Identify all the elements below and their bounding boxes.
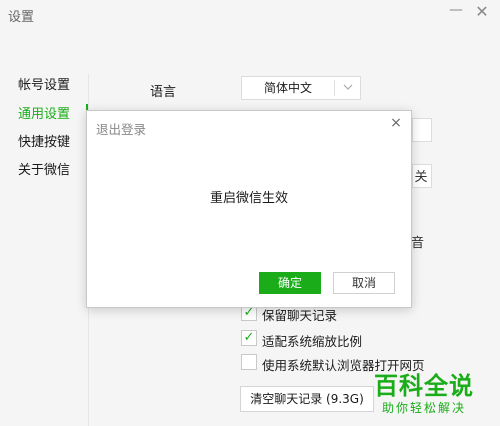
chevron-down-icon[interactable] — [338, 77, 358, 99]
scale-adapt-label: 适配系统缩放比例 — [262, 334, 363, 349]
watermark-logo: 百科全说 — [374, 372, 474, 400]
window-title: 设置 — [8, 10, 35, 25]
close-icon[interactable]: ✕ — [474, 2, 490, 21]
logout-dialog: 退出登录 × 重启微信生效 确定 取消 — [86, 110, 412, 308]
sidebar-item-account[interactable]: 帐号设置 — [18, 74, 70, 93]
sidebar-item-about[interactable]: 关于微信 — [18, 159, 70, 178]
sidebar-item-general[interactable]: 通用设置 — [18, 103, 70, 122]
check-icon: ✓ — [243, 305, 255, 320]
hidden-control-box[interactable] — [412, 118, 432, 142]
clear-chat-history-button[interactable]: 清空聊天记录 (9.3G) — [240, 386, 374, 412]
minimize-icon[interactable]: — — [448, 2, 464, 18]
watermark-slogan: 助你轻松解决 — [382, 401, 467, 415]
cancel-button[interactable]: 取消 — [333, 272, 395, 294]
sidebar-item-shortcuts[interactable]: 快捷按键 — [18, 131, 70, 150]
check-icon: ✓ — [243, 330, 255, 345]
language-value: 简体中文 — [263, 81, 312, 95]
dialog-title: 退出登录 — [96, 122, 147, 137]
hidden-option-label: 音 — [411, 236, 425, 251]
scale-adapt-checkbox[interactable]: ✓ — [241, 330, 257, 346]
close-icon[interactable]: × — [389, 115, 403, 131]
hidden-button-label: 关 — [414, 170, 428, 185]
confirm-button[interactable]: 确定 — [259, 272, 321, 294]
select-separator — [334, 80, 335, 96]
language-label: 语言 — [150, 85, 177, 100]
default-browser-checkbox[interactable] — [241, 354, 257, 370]
dialog-message: 重启微信生效 — [209, 191, 288, 206]
language-select[interactable]: 简体中文 — [241, 76, 361, 100]
